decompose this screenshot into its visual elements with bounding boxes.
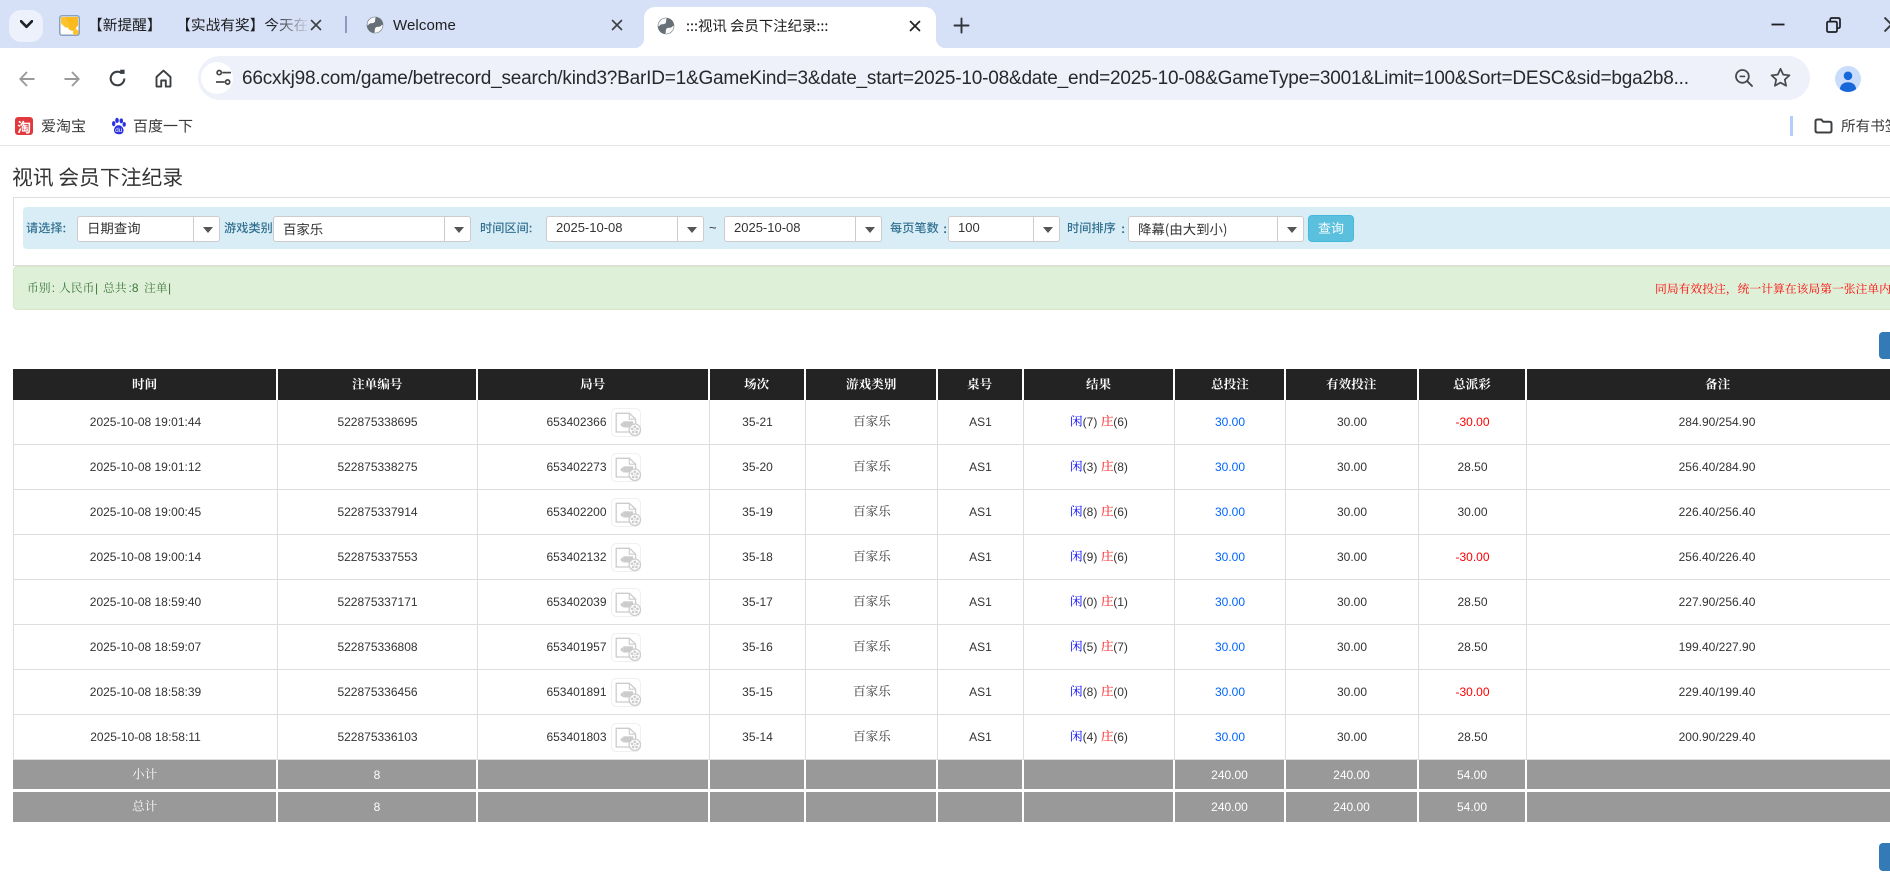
svg-text:du: du xyxy=(115,127,123,134)
